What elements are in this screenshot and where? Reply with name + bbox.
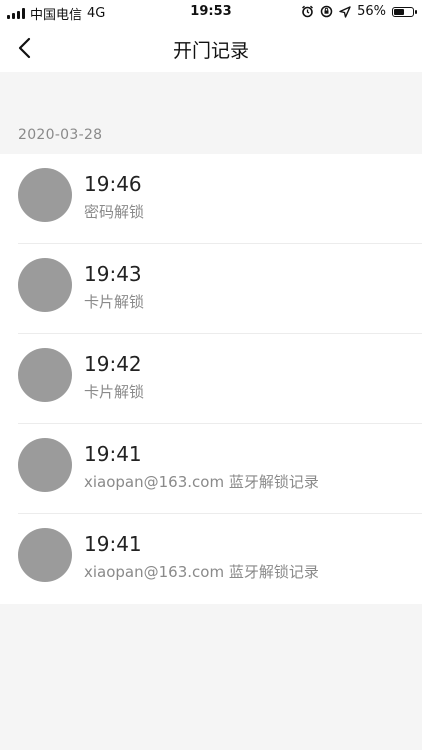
nav-bar: 开门记录 (0, 24, 422, 72)
record-time: 19:43 (84, 262, 142, 286)
list-item[interactable]: 19:46 密码解锁 (0, 154, 422, 244)
avatar (18, 168, 72, 222)
list-item[interactable]: 19:41 xiaopan@163.com 蓝牙解锁记录 (0, 424, 422, 514)
avatar (18, 528, 72, 582)
record-time: 19:46 (84, 172, 142, 196)
avatar (18, 258, 72, 312)
record-description: xiaopan@163.com 蓝牙解锁记录 (84, 563, 319, 581)
alarm-icon (302, 5, 314, 18)
record-time: 19:42 (84, 352, 142, 376)
status-bar: 中国电信 4G 19:53 56% (0, 0, 422, 24)
battery-fill (394, 8, 405, 15)
record-description: 卡片解锁 (84, 383, 145, 401)
record-description: xiaopan@163.com 蓝牙解锁记录 (84, 473, 319, 491)
unlock-record-list: 19:46 密码解锁 19:43 卡片解锁 19:42 卡片解锁 19:41 x… (0, 154, 422, 604)
record-time: 19:41 (84, 532, 142, 556)
battery-percent: 56% (357, 4, 386, 19)
list-item[interactable]: 19:42 卡片解锁 (0, 334, 422, 424)
list-item[interactable]: 19:43 卡片解锁 (0, 244, 422, 334)
date-group-header: 2020-03-28 (18, 127, 103, 143)
list-item[interactable]: 19:41 xiaopan@163.com 蓝牙解锁记录 (0, 514, 422, 604)
avatar (18, 438, 72, 492)
orientation-lock-icon (320, 5, 333, 18)
status-right: 56% (301, 4, 417, 19)
location-icon (339, 5, 351, 18)
record-time: 19:41 (84, 442, 142, 466)
battery-icon (392, 6, 417, 17)
avatar (18, 348, 72, 402)
record-description: 卡片解锁 (84, 293, 145, 311)
record-description: 密码解锁 (84, 203, 145, 221)
page-title: 开门记录 (172, 40, 249, 62)
